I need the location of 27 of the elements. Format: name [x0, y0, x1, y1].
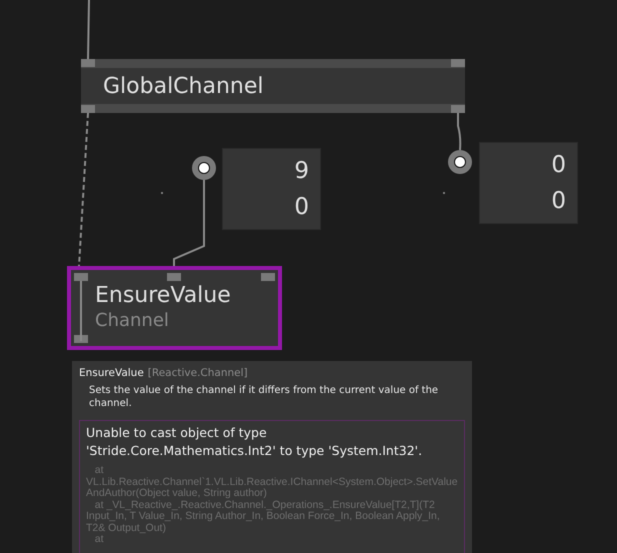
value-text: 9 — [294, 158, 309, 184]
node-title: GlobalChannel — [103, 74, 264, 98]
error-message: Unable to cast object of type 'Stride.Core.Mathematics.Int2' to type 'System.Int32'. — [86, 424, 424, 460]
tooltip-description: Sets the value of the channel if it differs from the current value of the channel. — [89, 384, 440, 410]
stack-trace: at VL.Lib.Reactive.Channel`1.VL.Lib.Reactive.IChannel<System.Object>.SetValueAndAuthor(Object value, String author) at _VL_Reactive_.Reactive.Channel._Operations_.EnsureValue[T2,T](T2 Input_In, T Value_In, String Author_In, Boolean Force_In, Boolean Apply_In, T2& Output_Out) at — [86, 465, 458, 546]
tooltip-namespace: [Reactive.Channel] — [148, 367, 248, 379]
value-text: 0 — [551, 152, 566, 178]
pin[interactable] — [451, 105, 465, 113]
wire — [457, 113, 462, 150]
tooltip-title: EnsureValue — [79, 367, 144, 379]
node-category: Channel — [95, 310, 170, 332]
node[interactable]: EnsureValue Channel — [67, 266, 282, 350]
node-title: EnsureValue — [95, 282, 232, 310]
pin-circle-icon[interactable] — [192, 156, 216, 180]
pin[interactable] — [81, 105, 95, 113]
pin[interactable] — [81, 59, 95, 67]
wire — [87, 0, 90, 60]
pin[interactable] — [261, 273, 275, 281]
pin[interactable] — [451, 59, 465, 67]
pin[interactable] — [74, 273, 88, 281]
value-box[interactable]: 0 0 — [479, 142, 578, 224]
value-box[interactable]: 9 0 — [222, 148, 321, 230]
pin[interactable] — [167, 273, 181, 281]
node[interactable]: GlobalChannel — [81, 59, 465, 113]
value-text: 0 — [294, 194, 309, 220]
value-text: 0 — [551, 188, 566, 214]
pin-circle-icon[interactable] — [448, 150, 472, 174]
